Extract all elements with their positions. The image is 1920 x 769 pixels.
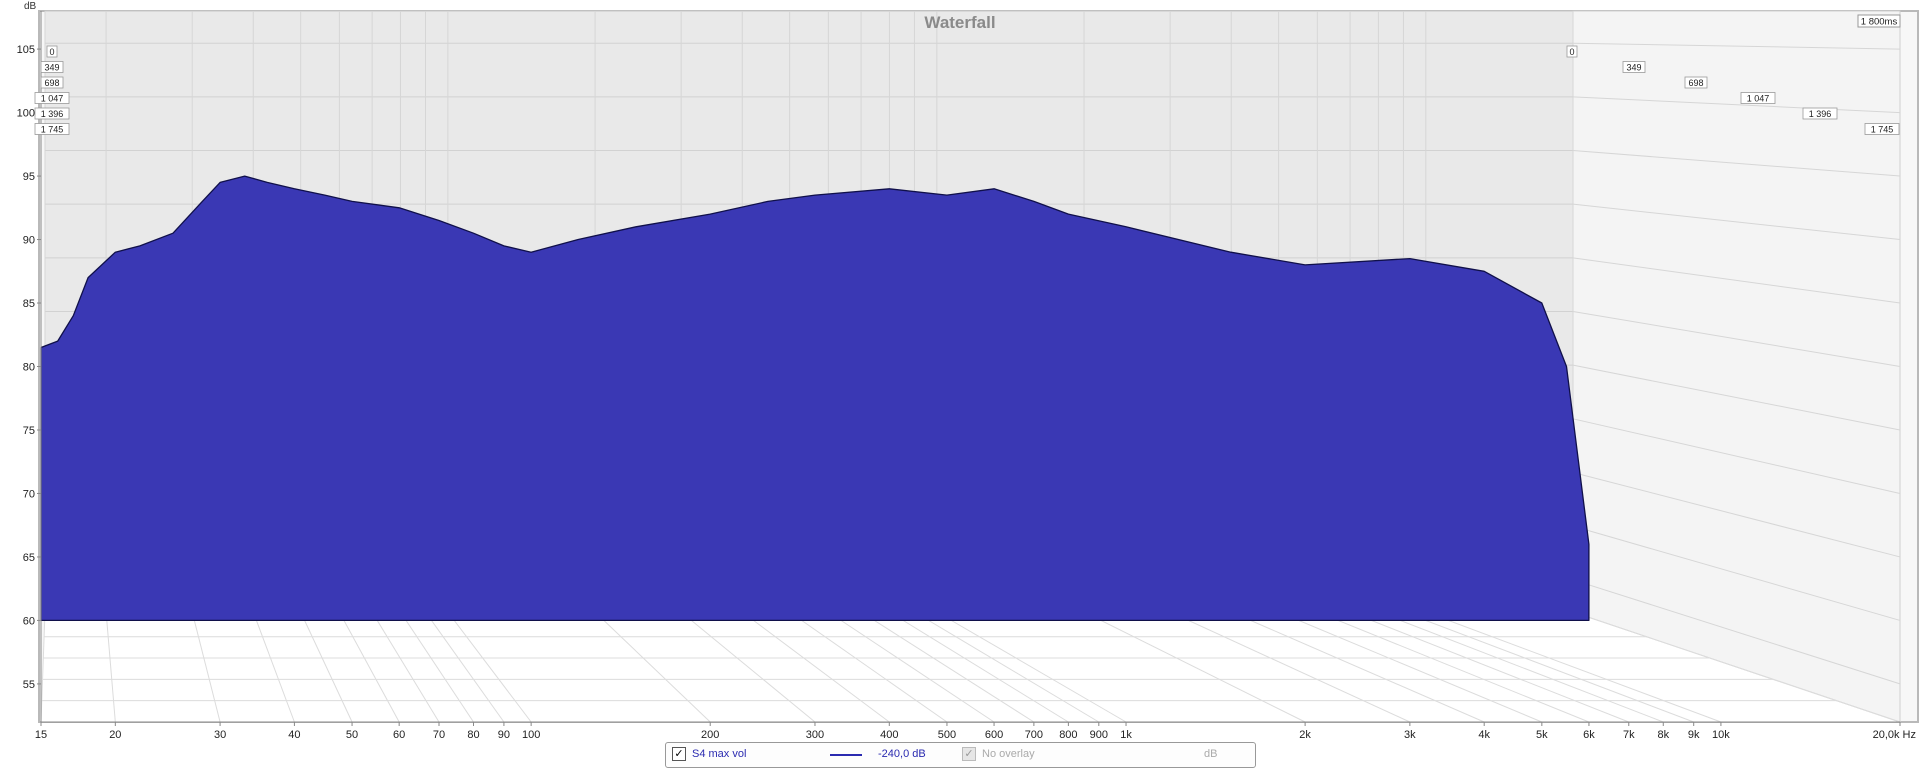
overlay-label[interactable]: No overlay	[982, 748, 1035, 760]
svg-text:1 396: 1 396	[1809, 109, 1832, 119]
x-tick-label: 40	[288, 729, 300, 741]
time-label-left: 0	[46, 45, 58, 58]
x-tick-label: 80	[467, 729, 479, 741]
y-tick-label: 55	[23, 679, 35, 691]
trace-checkbox[interactable]: ✓	[672, 747, 686, 761]
x-tick-label: 20	[109, 729, 121, 741]
svg-text:1 800ms: 1 800ms	[1861, 17, 1898, 28]
x-tick-label: 9k	[1688, 729, 1700, 741]
time-label-right: 1 047	[1740, 92, 1776, 104]
x-tick-label: 15	[35, 729, 47, 741]
svg-text:0: 0	[49, 47, 54, 57]
svg-text:698: 698	[1688, 78, 1703, 88]
overlay-unit-label: dB	[1204, 748, 1218, 760]
time-label-left: 1 047	[34, 92, 70, 104]
x-tick-label: 30	[214, 729, 226, 741]
x-tick-label: 50	[346, 729, 358, 741]
svg-text:1 047: 1 047	[1747, 94, 1770, 104]
x-tick-label: 70	[433, 729, 445, 741]
x-tick-label: 6k	[1583, 729, 1595, 741]
x-tick-label: 700	[1025, 729, 1043, 741]
y-tick-label: 90	[23, 235, 35, 247]
time-label-left: 1 745	[34, 123, 70, 135]
x-tick-label: 800	[1059, 729, 1077, 741]
x-tick-label: 5k	[1536, 729, 1548, 741]
svg-text:1 047: 1 047	[41, 94, 64, 104]
time-label-right: 1 745	[1864, 123, 1900, 135]
y-tick-label: 105	[17, 44, 35, 56]
x-tick-label: 2k	[1299, 729, 1311, 741]
x-tick-label: 90	[498, 729, 510, 741]
x-tick-label: 600	[985, 729, 1003, 741]
x-tick-label: 500	[938, 729, 956, 741]
time-label-left: 1 396	[34, 107, 70, 120]
x-tick-label: 60	[393, 729, 405, 741]
x-tick-label: 200	[701, 729, 719, 741]
x-tick-label: 1k	[1120, 729, 1132, 741]
trace-name-label[interactable]: S4 max vol	[692, 748, 746, 760]
x-tick-label: 900	[1090, 729, 1108, 741]
svg-text:1 745: 1 745	[41, 125, 64, 135]
svg-text:698: 698	[44, 78, 59, 88]
svg-text:0: 0	[1569, 47, 1574, 57]
y-tick-label: 85	[23, 298, 35, 310]
y-tick-label: 100	[17, 108, 35, 120]
time-label-right: 349	[1622, 61, 1646, 73]
trace-line-swatch	[830, 754, 862, 756]
y-tick-label: 70	[23, 488, 35, 500]
x-tick-label: 20,0k Hz	[1873, 729, 1916, 741]
time-label-right: 698	[1684, 76, 1708, 89]
x-tick-label: 10k	[1712, 729, 1730, 741]
overlay-checkbox[interactable]: ✓	[962, 747, 976, 761]
waterfall-chart: 55 60 65 70 75 80 85 90 95 100 105 15 20 30 40 50 60 70 8…	[0, 0, 1920, 769]
x-tick-label: 8k	[1657, 729, 1669, 741]
time-label-left: 349	[40, 61, 64, 73]
x-tick-label: 7k	[1623, 729, 1635, 741]
time-label-left: 698	[40, 76, 64, 89]
svg-text:1 396: 1 396	[41, 109, 64, 119]
y-tick-label: 75	[23, 425, 35, 437]
time-label-right: 1 396	[1802, 107, 1838, 120]
y-tick-label: 80	[23, 362, 35, 374]
x-tick-label: 400	[880, 729, 898, 741]
y-tick-label: 60	[23, 615, 35, 627]
svg-text:349: 349	[44, 63, 59, 73]
x-tick-label: 100	[522, 729, 540, 741]
time-label-right: 0	[1566, 45, 1578, 58]
y-tick-label: 95	[23, 171, 35, 183]
svg-text:1 745: 1 745	[1871, 125, 1894, 135]
y-axis-unit-label: dB	[24, 1, 37, 12]
x-tick-label: 4k	[1478, 729, 1490, 741]
legend-bar: ✓ S4 max vol -240,0 dB ✓ No overlay dB	[665, 742, 1256, 768]
x-tick-label: 3k	[1404, 729, 1416, 741]
time-end-box: 1 800ms	[1857, 14, 1901, 28]
chart-title: Waterfall	[924, 13, 995, 32]
svg-text:349: 349	[1626, 63, 1641, 73]
x-tick-label: 300	[806, 729, 824, 741]
trace-value-label: -240,0 dB	[878, 748, 926, 760]
y-tick-label: 65	[23, 552, 35, 564]
